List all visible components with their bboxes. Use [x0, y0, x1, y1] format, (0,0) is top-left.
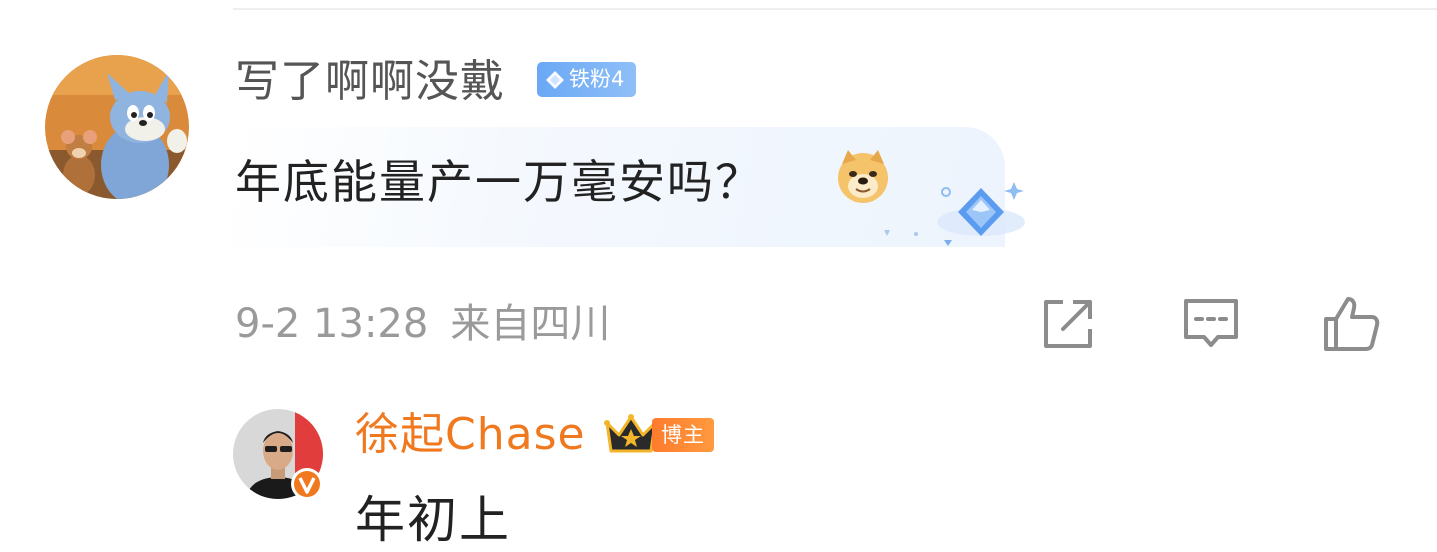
blogger-badge: 博主 — [652, 418, 714, 452]
fan-diamond-decoration-icon — [884, 182, 1025, 246]
fan-level-badge[interactable]: 铁粉4 — [537, 62, 636, 97]
commenter-username[interactable]: 写了啊啊没戴 — [235, 56, 505, 108]
comment-timestamp: 9-2 13:28 — [235, 301, 429, 347]
top-divider — [233, 8, 1437, 10]
crown-icon — [604, 414, 658, 453]
cartoon-avatar-icon — [45, 55, 189, 199]
like-icon[interactable] — [1320, 293, 1382, 355]
fan-badge-label: 铁粉4 — [569, 67, 625, 91]
comment-text: 年底能量产一万毫安吗？ — [235, 155, 763, 209]
share-icon[interactable] — [1037, 293, 1099, 355]
reply-text: 年初上 — [355, 491, 511, 549]
reply-author-username[interactable]: 徐起Chase — [355, 408, 586, 462]
verified-v-icon — [291, 468, 323, 500]
diamond-icon — [546, 71, 564, 89]
commenter-avatar[interactable] — [45, 55, 189, 199]
comment-location: 来自四川 — [450, 301, 611, 347]
comment-meta: 9-2 13:28 来自四川 — [235, 298, 610, 350]
comment-icon[interactable] — [1180, 293, 1242, 355]
